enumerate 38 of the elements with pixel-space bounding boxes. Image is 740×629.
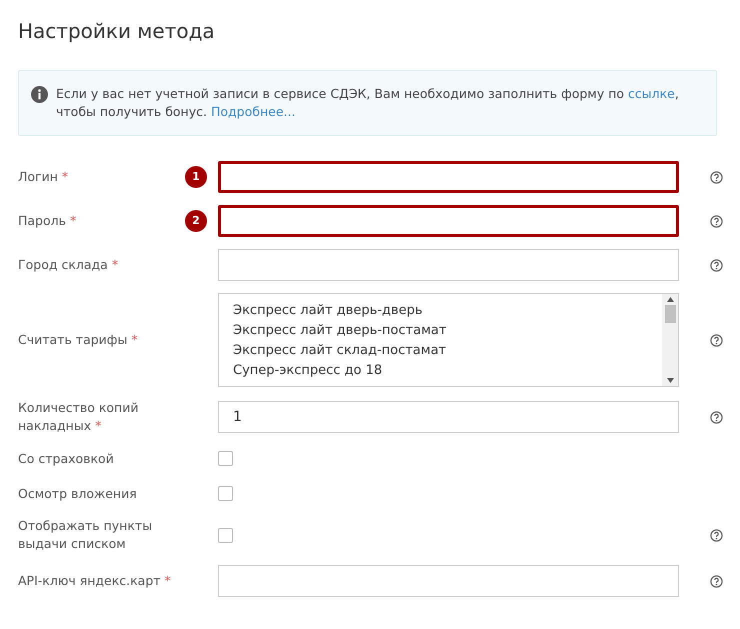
checkbox[interactable] bbox=[218, 528, 233, 542]
scrollbar[interactable] bbox=[662, 294, 678, 386]
help-icon[interactable] bbox=[710, 528, 723, 542]
list-option[interactable]: Экспресс лайт дверь-дверь bbox=[233, 301, 422, 321]
more-link[interactable]: Подробнее... bbox=[210, 104, 296, 119]
step-marker: 1 bbox=[185, 166, 207, 188]
help-icon[interactable] bbox=[710, 574, 723, 588]
field-label: Со страховкой bbox=[18, 450, 114, 468]
help-icon[interactable] bbox=[710, 410, 723, 424]
scroll-up-icon[interactable] bbox=[666, 297, 674, 302]
field-label: Осмотр вложения bbox=[18, 484, 137, 502]
text-field[interactable]: 1 bbox=[218, 401, 679, 433]
scroll-down-icon[interactable] bbox=[666, 378, 674, 383]
list-option[interactable]: Экспресс лайт дверь-постамат bbox=[233, 321, 446, 341]
field-label: Считать тарифы * bbox=[18, 331, 138, 349]
field-label: Количество копий накладных * bbox=[18, 399, 140, 435]
help-icon[interactable] bbox=[710, 334, 723, 346]
field-label: API-ключ яндекс.карт * bbox=[18, 572, 171, 590]
info-icon bbox=[31, 86, 48, 103]
text-field[interactable] bbox=[218, 161, 679, 193]
scroll-thumb[interactable] bbox=[664, 305, 676, 323]
field-label: Отображать пункты выдачи списком bbox=[18, 517, 154, 553]
help-icon[interactable] bbox=[710, 214, 723, 228]
checkbox[interactable] bbox=[218, 451, 233, 466]
notice-text: Если у вас нет учетной записи в сервисе СДЭК, Вам необходимо заполнить форму по ссылке, чтобы получить бонус. Подробнее... bbox=[56, 85, 680, 121]
field-label: Город склада * bbox=[18, 256, 118, 274]
help-icon[interactable] bbox=[710, 258, 723, 272]
field-label: Логин * bbox=[18, 168, 68, 186]
field-label: Пароль * bbox=[18, 212, 76, 230]
tariff-listbox[interactable]: Экспресс лайт дверь-дверь Экспресс лайт дверь-постамат Экспресс лайт склад-постамат Супер-экспресс до 18 bbox=[218, 293, 679, 387]
text-field[interactable] bbox=[218, 205, 679, 237]
list-option[interactable]: Супер-экспресс до 18 bbox=[233, 361, 382, 381]
page-title: Настройки метода bbox=[18, 18, 216, 44]
step-marker: 2 bbox=[185, 210, 207, 232]
help-icon[interactable] bbox=[710, 170, 723, 184]
list-option[interactable]: Экспресс лайт склад-постамат bbox=[233, 341, 446, 361]
link[interactable]: ссылке bbox=[628, 86, 675, 101]
checkbox[interactable] bbox=[218, 486, 233, 501]
